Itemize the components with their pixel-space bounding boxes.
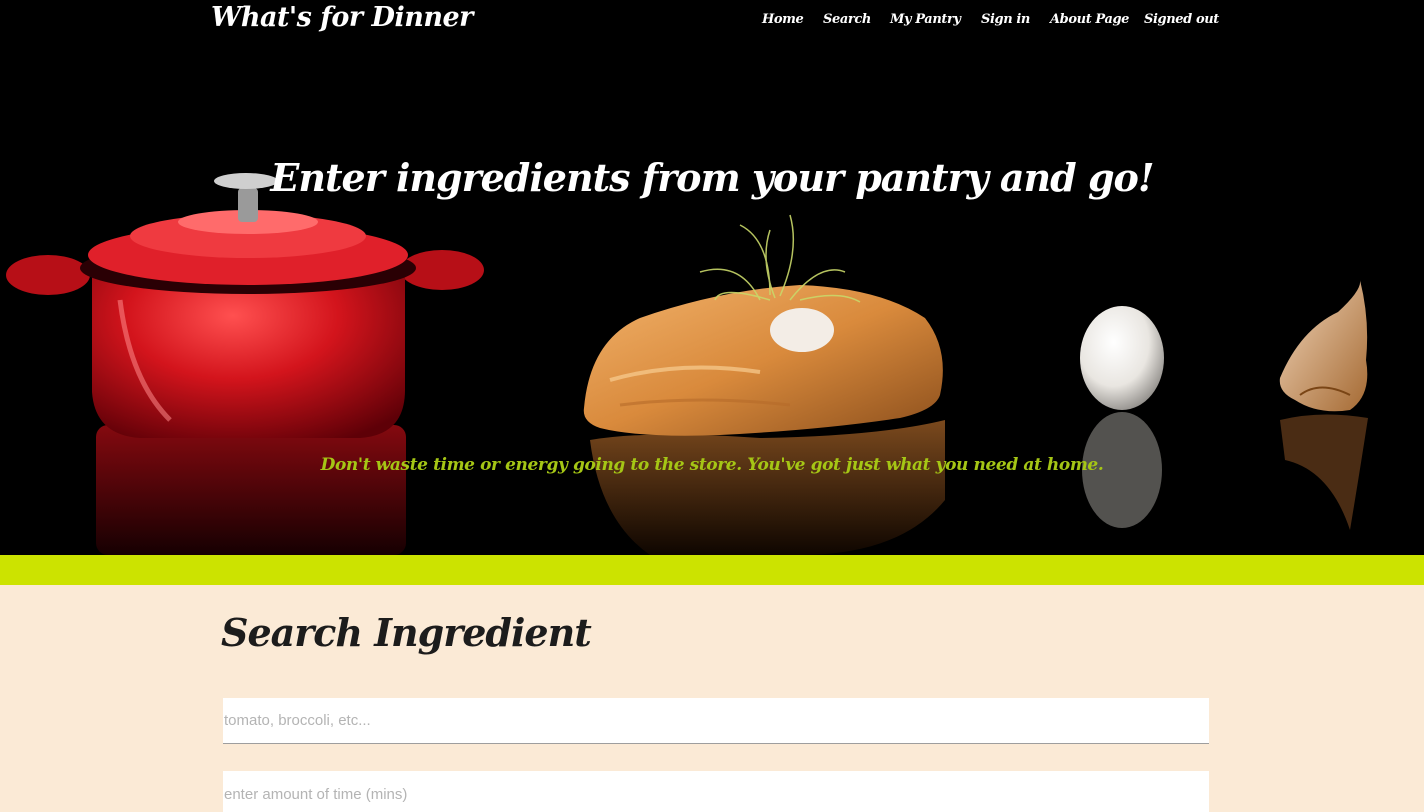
pot-reflection	[96, 425, 406, 555]
nav-my-pantry[interactable]: My Pantry	[890, 12, 961, 27]
hero-subtitle: Don't waste time or energy going to the …	[320, 455, 1104, 475]
search-section: Search Ingredient	[0, 585, 1424, 812]
search-title: Search Ingredient	[221, 610, 592, 655]
hero-title: Enter ingredients from your pantry and g…	[270, 155, 1154, 200]
garlic-clove	[1279, 280, 1368, 412]
nav-about-page[interactable]: About Page	[1050, 12, 1129, 27]
nav-home[interactable]: Home	[762, 12, 804, 27]
nav-search[interactable]: Search	[823, 12, 871, 27]
fish-reflection	[590, 420, 945, 555]
ingredient-input[interactable]	[223, 698, 1209, 744]
nav-sign-in[interactable]: Sign in	[981, 12, 1030, 27]
quail-egg	[1080, 306, 1164, 410]
nav-signed-out[interactable]: Signed out	[1144, 12, 1219, 27]
time-input[interactable]	[223, 771, 1209, 812]
main-nav: Home Search My Pantry Sign in About Page…	[0, 12, 1424, 34]
fried-fish	[583, 214, 943, 436]
accent-divider	[0, 555, 1424, 585]
red-pot	[6, 173, 484, 438]
hero-banner: What's for Dinner Home Search My Pantry …	[0, 0, 1424, 555]
